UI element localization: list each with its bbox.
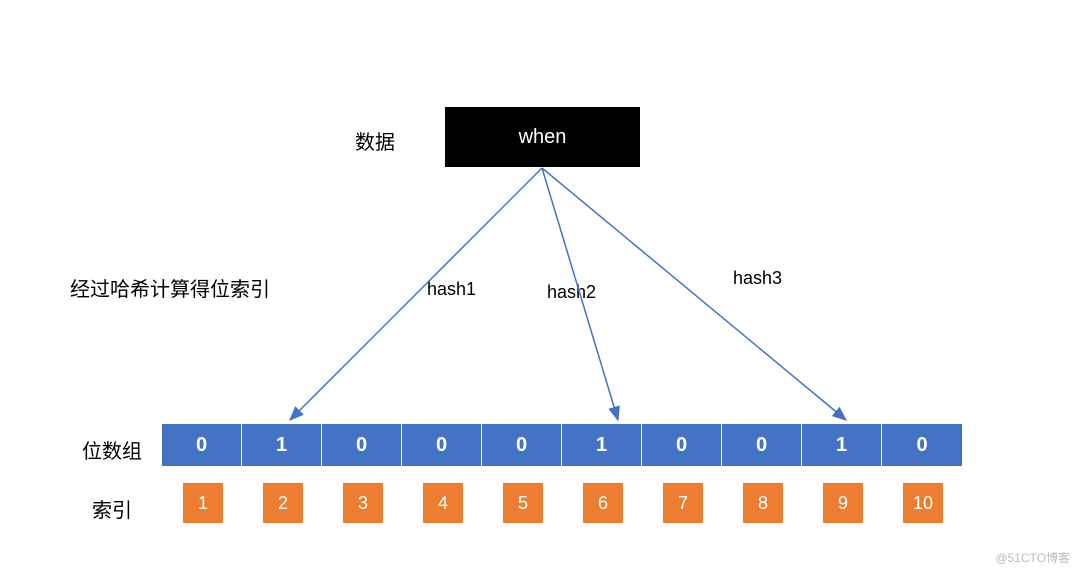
index-cell: 10 xyxy=(902,482,944,524)
index-cell: 6 xyxy=(582,482,624,524)
index-cell: 7 xyxy=(662,482,704,524)
index-row: 1 2 3 4 5 6 7 8 9 10 xyxy=(162,482,944,524)
index-label: 索引 xyxy=(92,494,132,523)
index-cell: 8 xyxy=(742,482,784,524)
bit-cell: 0 xyxy=(322,424,402,466)
data-box: when xyxy=(445,107,640,167)
bitarray-label: 位数组 xyxy=(82,435,142,464)
bit-cell: 0 xyxy=(162,424,242,466)
index-cell: 1 xyxy=(182,482,224,524)
index-cell: 9 xyxy=(822,482,864,524)
bit-cell: 0 xyxy=(882,424,962,466)
bit-cell: 1 xyxy=(802,424,882,466)
bit-cell: 1 xyxy=(242,424,322,466)
bit-cell: 0 xyxy=(722,424,802,466)
bit-cell: 0 xyxy=(642,424,722,466)
hash2-label: hash2 xyxy=(547,282,596,303)
data-label: 数据 xyxy=(355,126,395,155)
index-cell: 2 xyxy=(262,482,304,524)
bitarray-row: 0 1 0 0 0 1 0 0 1 0 xyxy=(162,424,962,466)
hash3-label: hash3 xyxy=(733,268,782,289)
hash-caption: 经过哈希计算得位索引 xyxy=(70,273,270,302)
bit-cell: 1 xyxy=(562,424,642,466)
watermark: @51CTO博客 xyxy=(995,549,1070,566)
index-cell: 5 xyxy=(502,482,544,524)
bit-cell: 0 xyxy=(482,424,562,466)
hash1-label: hash1 xyxy=(427,279,476,300)
bit-cell: 0 xyxy=(402,424,482,466)
index-cell: 3 xyxy=(342,482,384,524)
index-cell: 4 xyxy=(422,482,464,524)
